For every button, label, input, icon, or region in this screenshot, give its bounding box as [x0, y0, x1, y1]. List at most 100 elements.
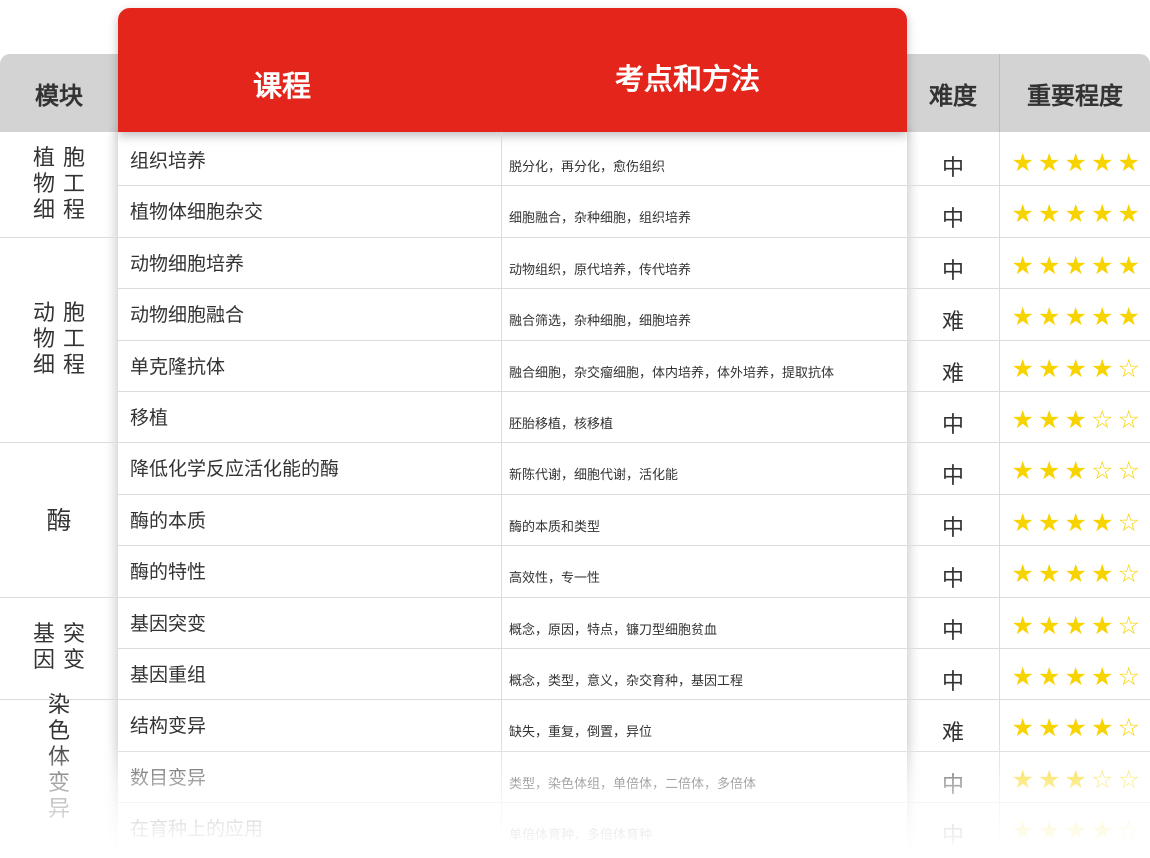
- points-cell: 脱分化，再分化，愈伤组织: [509, 160, 666, 175]
- points-cell: 融合筛选，杂种细胞，细胞培养: [509, 314, 692, 330]
- star-filled-icon: ★: [1064, 764, 1088, 794]
- star-filled-icon: ★: [1038, 816, 1062, 846]
- star-filled-icon: ★: [1038, 559, 1062, 589]
- difficulty-cell: 中: [941, 413, 964, 438]
- importance-stars: ★ ★ ★ ★ ★: [1010, 253, 1143, 278]
- star-filled-icon: ★: [1064, 405, 1088, 434]
- header-module: 模块: [0, 54, 118, 132]
- column-divider: [501, 132, 502, 858]
- star-filled-icon: ★: [1091, 353, 1115, 383]
- course-cell: 酶的特性: [130, 561, 207, 584]
- star-filled-icon: ★: [1038, 764, 1062, 794]
- column-divider: [999, 132, 1000, 858]
- row-divider: [118, 339, 1150, 341]
- star-filled-icon: ★: [1038, 199, 1062, 229]
- importance-stars: ★ ★ ★ ☆ ☆: [1010, 767, 1143, 792]
- module-char: 因: [32, 647, 55, 673]
- module-char: 变: [47, 771, 70, 797]
- module-char: 基: [32, 621, 55, 647]
- star-filled-icon: ★: [1038, 405, 1062, 434]
- module-char: 酶: [46, 506, 72, 536]
- difficulty-cell: 难: [941, 310, 964, 336]
- points-cell: 类型，染色体组，单倍体，二倍体，多倍体: [509, 776, 757, 792]
- star-filled-icon: ★: [1011, 816, 1035, 846]
- star-filled-icon: ★: [1038, 662, 1062, 691]
- star-filled-icon: ★: [1011, 148, 1035, 177]
- course-cell: 基因重组: [130, 664, 207, 686]
- course-cell: 组织培养: [130, 150, 207, 172]
- points-cell: 单倍体育种，多倍体育种: [509, 828, 653, 844]
- header-course: 课程: [253, 69, 312, 103]
- star-empty-icon: ☆: [1091, 405, 1115, 434]
- points-cell: 酶的本质和类型: [509, 519, 601, 535]
- difficulty-cell: 中: [941, 824, 964, 850]
- points-cell: 概念，类型，意义，杂交育种，基因工程: [509, 674, 744, 689]
- row-divider: [118, 185, 1150, 187]
- importance-stars: ★ ★ ★ ★ ★: [1010, 304, 1143, 329]
- course-cell: 降低化学反应活化能的酶: [130, 458, 340, 481]
- module-label: 基突因变: [33, 622, 85, 674]
- module-cell: 基突因变: [0, 597, 118, 700]
- module-char: 程: [63, 198, 86, 224]
- row-divider: [118, 288, 1150, 290]
- module-char: 程: [63, 352, 86, 378]
- course-cell: 单克隆抗体: [130, 355, 226, 378]
- difficulty-cell: 中: [941, 515, 964, 541]
- difficulty-cell: 中: [941, 567, 964, 593]
- star-filled-icon: ★: [1011, 507, 1035, 537]
- points-cell: 缺失，重复，倒置，异位: [509, 725, 653, 741]
- row-divider: [0, 236, 1150, 238]
- difficulty-cell: 中: [941, 207, 964, 233]
- star-filled-icon: ★: [1038, 353, 1062, 383]
- star-empty-icon: ☆: [1117, 713, 1141, 743]
- star-filled-icon: ★: [1091, 302, 1115, 332]
- star-filled-icon: ★: [1064, 199, 1088, 229]
- points-cell: 胚胎移植，核移植: [509, 417, 614, 432]
- module-char: 突: [63, 621, 86, 647]
- difficulty-cell: 中: [941, 670, 964, 695]
- star-empty-icon: ☆: [1117, 507, 1141, 537]
- module-cell: 植胞物工细程: [0, 134, 118, 237]
- row-divider: [0, 596, 1150, 598]
- difficulty-cell: 难: [941, 721, 964, 747]
- star-filled-icon: ★: [1038, 456, 1062, 486]
- importance-stars: ★ ★ ★ ★ ☆: [1010, 561, 1143, 586]
- star-empty-icon: ☆: [1091, 456, 1115, 486]
- star-empty-icon: ☆: [1117, 764, 1141, 794]
- star-filled-icon: ★: [1064, 148, 1088, 177]
- course-cell: 移植: [130, 407, 169, 429]
- star-filled-icon: ★: [1091, 199, 1115, 229]
- row-divider: [118, 493, 1150, 495]
- star-empty-icon: ☆: [1091, 764, 1115, 794]
- module-char: 物: [32, 326, 55, 352]
- star-filled-icon: ★: [1064, 816, 1088, 846]
- star-filled-icon: ★: [1117, 250, 1141, 280]
- module-label: 酶: [46, 501, 71, 537]
- module-label: 植胞物工细程: [33, 146, 85, 224]
- star-filled-icon: ★: [1117, 199, 1141, 229]
- row-divider: [118, 648, 1150, 649]
- star-filled-icon: ★: [1038, 148, 1062, 177]
- difficulty-cell: 中: [941, 618, 964, 644]
- star-filled-icon: ★: [1117, 302, 1141, 332]
- course-cell: 结构变异: [130, 715, 207, 738]
- module-char: 染: [47, 693, 70, 719]
- module-cell: 动胞物工细程: [0, 237, 118, 443]
- star-filled-icon: ★: [1038, 507, 1062, 537]
- star-filled-icon: ★: [1064, 456, 1088, 486]
- course-cell: 在育种上的应用: [130, 818, 264, 841]
- star-filled-icon: ★: [1064, 662, 1088, 691]
- module-char: 物: [32, 172, 55, 198]
- row-divider: [118, 545, 1150, 547]
- module-char: 胞: [63, 300, 86, 326]
- course-cell: 基因突变: [130, 612, 207, 635]
- points-cell: 动物组织，原代培养，传代培养: [509, 262, 692, 278]
- course-cell: 动物细胞培养: [130, 252, 245, 275]
- star-empty-icon: ☆: [1117, 456, 1141, 486]
- star-filled-icon: ★: [1064, 610, 1088, 640]
- header-points: 考点和方法: [615, 62, 761, 96]
- points-cell: 高效性，专一性: [509, 571, 601, 587]
- module-char: 胞: [63, 146, 86, 172]
- module-label: 染色体变异: [48, 693, 70, 823]
- row-divider: [118, 391, 1150, 392]
